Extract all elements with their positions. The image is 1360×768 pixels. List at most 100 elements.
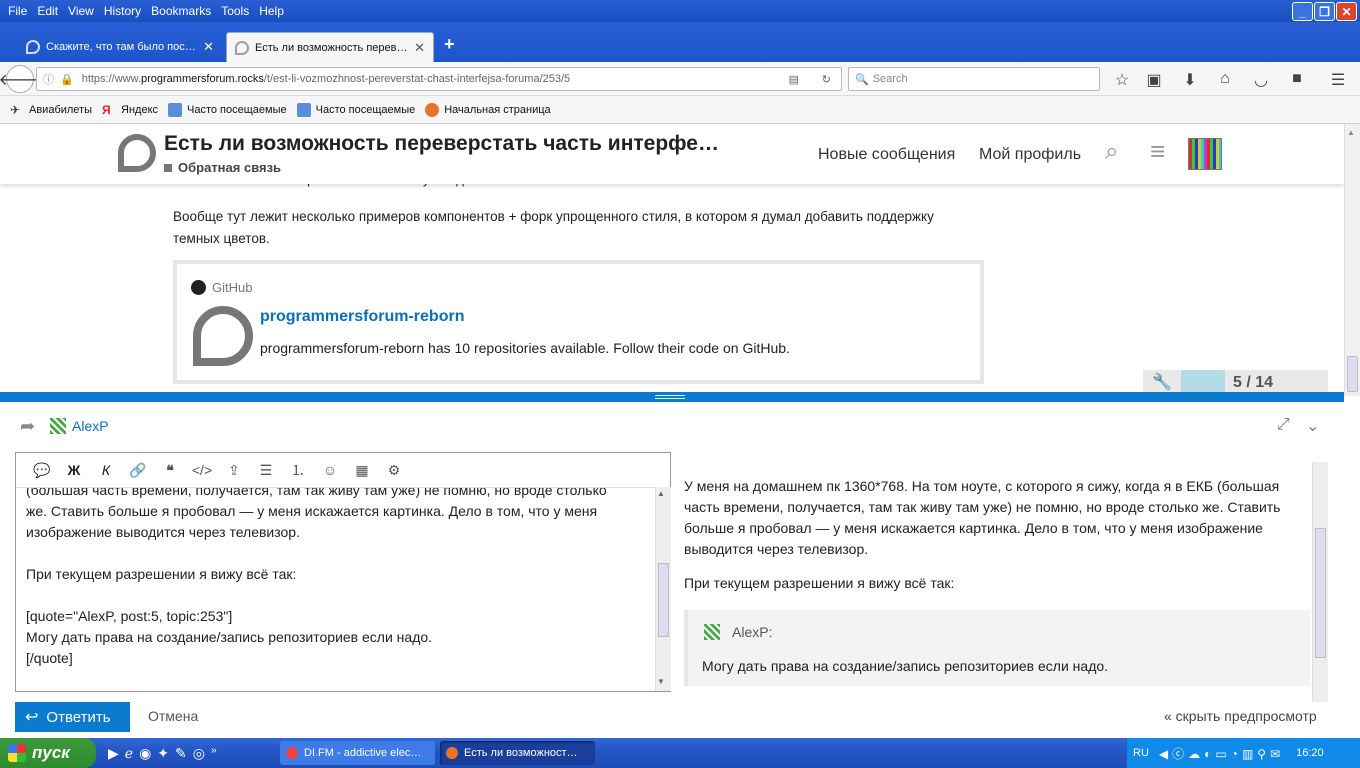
- clock[interactable]: 16:20: [1296, 747, 1324, 759]
- menu-bar: File Edit View History Bookmarks Tools H…: [0, 0, 1360, 22]
- link-icon[interactable]: 🔗: [122, 462, 154, 479]
- editor-box: 💬 Ж К 🔗 ❝ </> ⇪ ☰ ⒈ ☺ ▦ ⚙ (большая часть…: [15, 452, 671, 692]
- app-icon[interactable]: ✦: [157, 745, 169, 762]
- close-tab-icon[interactable]: ✕: [414, 40, 425, 56]
- star-icon[interactable]: ☆: [1112, 70, 1132, 90]
- chat-icon: [235, 40, 249, 55]
- task-label: DI.FM - addictive elec…: [304, 747, 422, 759]
- scrollbar-thumb[interactable]: [658, 563, 669, 637]
- new-tab-button[interactable]: +: [444, 34, 455, 55]
- reload-icon[interactable]: ↻: [822, 73, 831, 86]
- language-indicator[interactable]: RU: [1133, 747, 1149, 759]
- more-chevron-icon[interactable]: »: [211, 745, 217, 762]
- editor-textarea[interactable]: (большая часть времени, получается, там …: [16, 487, 656, 691]
- search-icon[interactable]: ⌕: [1105, 138, 1118, 166]
- quote-bubble-icon[interactable]: 💬: [26, 462, 58, 479]
- bookmark-yandex[interactable]: Я Яндекс: [102, 103, 158, 117]
- hamburger-menu-icon[interactable]: ☰: [1328, 70, 1348, 90]
- hamburger-menu-icon[interactable]: ≡: [1150, 136, 1165, 167]
- pocket-icon[interactable]: ◡: [1251, 70, 1271, 90]
- onebox-thumbnail: [193, 306, 253, 366]
- ie-icon[interactable]: ℯ: [125, 745, 133, 762]
- reply-button[interactable]: ↩ Ответить: [15, 702, 130, 732]
- preview-scrollbar[interactable]: [1312, 462, 1328, 702]
- scroll-up-icon[interactable]: ▲: [657, 489, 665, 498]
- onebox-card[interactable]: GitHub programmersforum-reborn programme…: [173, 260, 984, 384]
- menu-view[interactable]: View: [68, 4, 94, 18]
- hide-preview-link[interactable]: « скрыть предпросмотр: [1164, 708, 1317, 724]
- bookmark-aviabilety[interactable]: ✈ Авиабилеты: [10, 103, 92, 117]
- editor-line: же. Ставить больше я пробовал — у меня и…: [26, 503, 598, 519]
- app2-icon[interactable]: ✎: [175, 745, 187, 762]
- forum-logo[interactable]: [118, 134, 156, 172]
- download-icon[interactable]: ⬇: [1180, 70, 1200, 90]
- page-scrollbar[interactable]: ▲: [1344, 124, 1360, 396]
- reader-view-icon[interactable]: ▤: [789, 73, 799, 86]
- cancel-link[interactable]: Отмена: [148, 708, 198, 724]
- chrome-icon[interactable]: ◉: [139, 745, 151, 762]
- tab-current[interactable]: Есть ли возможность перев… ✕: [226, 32, 434, 62]
- back-button[interactable]: 🡐: [0, 65, 41, 93]
- yandex-icon: Я: [102, 102, 111, 117]
- clipboard-icon[interactable]: ▣: [1144, 70, 1164, 90]
- menu-tools[interactable]: Tools: [221, 4, 249, 18]
- menu-file[interactable]: File: [8, 4, 27, 18]
- minimize-button[interactable]: _: [1292, 2, 1313, 21]
- avatar[interactable]: [1188, 138, 1222, 170]
- menu-edit[interactable]: Edit: [37, 4, 58, 18]
- scrollbar-thumb[interactable]: [1315, 528, 1326, 658]
- scrollbar-thumb[interactable]: [1347, 356, 1358, 392]
- topic-progress[interactable]: 🔧 5 / 14: [1143, 370, 1328, 392]
- expand-icon[interactable]: ⤢: [1277, 416, 1290, 434]
- emoji-icon[interactable]: ☺: [314, 462, 346, 478]
- home-icon[interactable]: ⌂: [1215, 70, 1235, 88]
- tab-previous[interactable]: Скажите, что там было пос… ✕: [18, 32, 222, 62]
- editor-scrollbar[interactable]: ▲ ▼: [655, 487, 671, 691]
- upload-icon[interactable]: ⇪: [218, 462, 250, 479]
- calendar-icon[interactable]: ▦: [346, 462, 378, 479]
- topic-title[interactable]: Есть ли возможность переверстать часть и…: [164, 132, 719, 156]
- bookmark-most-visited-2[interactable]: Часто посещаемые: [296, 102, 415, 117]
- taskbar-task-difm[interactable]: DI.FM - addictive elec…: [280, 741, 435, 765]
- onebox-title-link[interactable]: programmersforum-reborn: [260, 308, 464, 326]
- category-label: Обратная связь: [178, 160, 282, 175]
- chat-icon: [26, 40, 40, 54]
- italic-button[interactable]: К: [90, 462, 122, 478]
- tray-icons[interactable]: ◀ⓒ☁◐▭◔▥⚲✉: [1159, 745, 1284, 762]
- bold-button[interactable]: Ж: [58, 462, 90, 478]
- task-label: Есть ли возможност…: [464, 747, 578, 759]
- bookmark-most-visited-1[interactable]: Часто посещаемые: [168, 102, 287, 117]
- scroll-up-icon[interactable]: ▲: [1347, 128, 1355, 137]
- search-box[interactable]: 🔍 Search: [848, 67, 1100, 91]
- tab-label: Скажите, что там было пос…: [46, 41, 196, 53]
- gear-icon[interactable]: ⚙: [378, 462, 410, 479]
- media-player-icon[interactable]: ▶: [108, 745, 119, 762]
- resize-grip[interactable]: [655, 395, 685, 399]
- close-window-button[interactable]: ✕: [1336, 2, 1357, 21]
- url-bar[interactable]: ⓘ 🔒 https://www. programmersforum.rocks/t…: [36, 67, 842, 91]
- blockquote-icon[interactable]: ❝: [154, 462, 186, 479]
- menu-history[interactable]: History: [104, 4, 141, 18]
- numbered-list-icon[interactable]: ⒈: [282, 460, 314, 480]
- reply-to-user[interactable]: AlexP: [72, 418, 109, 434]
- quote-author: AlexP:: [732, 624, 773, 640]
- new-posts-link[interactable]: Новые сообщения: [818, 146, 955, 164]
- extension-icon[interactable]: ■: [1287, 70, 1307, 88]
- scroll-down-icon[interactable]: ▼: [657, 677, 665, 686]
- bookmark-home-page[interactable]: Начальная страница: [425, 102, 551, 117]
- bullet-list-icon[interactable]: ☰: [250, 462, 282, 479]
- onebox-source: GitHub: [191, 280, 252, 295]
- restore-button[interactable]: ❐: [1314, 2, 1335, 21]
- github-icon: [191, 280, 206, 295]
- menu-bookmarks[interactable]: Bookmarks: [151, 4, 211, 18]
- taskbar-task-firefox[interactable]: Есть ли возможност…: [440, 741, 595, 765]
- collapse-chevron-icon[interactable]: ⌄: [1306, 416, 1319, 436]
- menu-help[interactable]: Help: [259, 4, 284, 18]
- page-content: Есть ли возможность переверстать часть и…: [0, 124, 1344, 392]
- app3-icon[interactable]: ◎: [193, 745, 205, 762]
- category-badge[interactable]: Обратная связь: [164, 160, 281, 175]
- code-icon[interactable]: </>: [186, 462, 218, 478]
- start-button[interactable]: пуск: [0, 738, 96, 768]
- my-profile-link[interactable]: Мой профиль: [979, 146, 1081, 164]
- close-tab-icon[interactable]: ✕: [203, 39, 214, 55]
